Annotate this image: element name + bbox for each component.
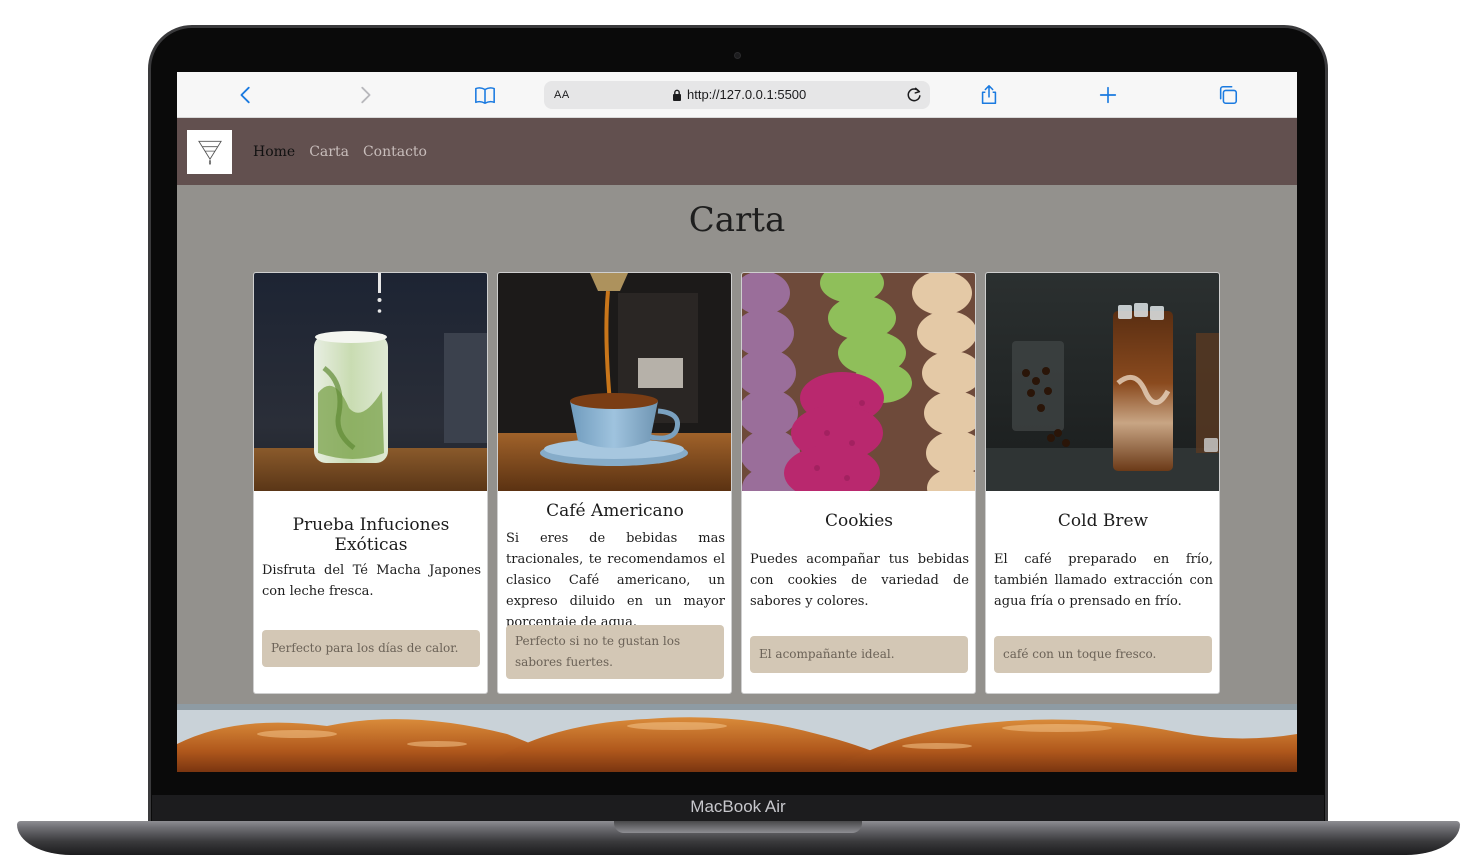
screen: AA http://127.0.0.1:5500 Home Carta Cont…	[177, 72, 1297, 772]
nav-contacto-link[interactable]: Contacto	[363, 144, 427, 160]
cold-brew-photo	[986, 273, 1219, 491]
text-size-button[interactable]: AA	[554, 89, 570, 101]
card-title: Prueba Infuciones Exóticas	[292, 515, 450, 555]
chevron-left-icon[interactable]	[234, 83, 258, 107]
nav-home-link[interactable]: Home	[253, 144, 295, 160]
card-title: Cookies	[825, 511, 893, 531]
funnel-drip-logo-icon	[197, 140, 222, 166]
address-bar[interactable]: AA http://127.0.0.1:5500	[544, 81, 930, 109]
nav-links: Home Carta Contacto	[253, 144, 427, 160]
site-navbar: Home Carta Contacto	[177, 118, 1297, 185]
croissants-photo	[177, 704, 1297, 772]
share-icon[interactable]	[977, 83, 1001, 107]
card-footer: Perfecto para los días de calor.	[262, 630, 480, 667]
browser-toolbar: AA http://127.0.0.1:5500	[177, 72, 1297, 118]
card-footer: El acompañante ideal.	[750, 636, 968, 673]
chevron-right-icon[interactable]	[353, 83, 377, 107]
url-display[interactable]: http://127.0.0.1:5500	[672, 87, 806, 102]
menu-card: Prueba Infuciones Exóticas Disfruta del …	[253, 272, 488, 694]
laptop-model-label: MacBook Air	[690, 797, 786, 816]
americano-pour-photo	[498, 273, 731, 491]
url-text: http://127.0.0.1:5500	[687, 87, 807, 102]
matcha-latte-photo	[254, 273, 487, 491]
lock-icon	[673, 89, 681, 101]
card-text: Si eres de bebidas mas tracionales, te r…	[506, 531, 725, 630]
camera-icon	[734, 52, 741, 59]
nav-carta-link[interactable]: Carta	[309, 144, 349, 160]
menu-card: Café Americano Si eres de bebidas mas tr…	[497, 272, 732, 694]
tabs-icon[interactable]	[1216, 83, 1240, 107]
card-text: Puedes acompañar tus bebidas con cookies…	[750, 552, 969, 609]
card-title: Café Americano	[546, 501, 684, 521]
card-footer: café con un toque fresco.	[994, 636, 1212, 673]
book-icon[interactable]	[473, 83, 497, 107]
card-text: Disfruta del Té Macha Japones con leche …	[262, 563, 481, 599]
page-title: Carta	[688, 200, 786, 240]
card-footer: Perfecto si no te gustan los sabores fue…	[506, 625, 724, 679]
plus-icon[interactable]	[1096, 83, 1120, 107]
reload-icon[interactable]	[904, 85, 924, 105]
cookies-photo	[742, 273, 975, 491]
site-logo[interactable]	[187, 130, 232, 174]
laptop-base-notch	[614, 821, 862, 833]
menu-card: Cold Brew El café preparado en frío, tam…	[985, 272, 1220, 694]
menu-card: Cookies Puedes acompañar tus bebidas con…	[741, 272, 976, 694]
card-title: Cold Brew	[1057, 511, 1149, 531]
card-text: El café preparado en frío, también llama…	[994, 552, 1213, 609]
